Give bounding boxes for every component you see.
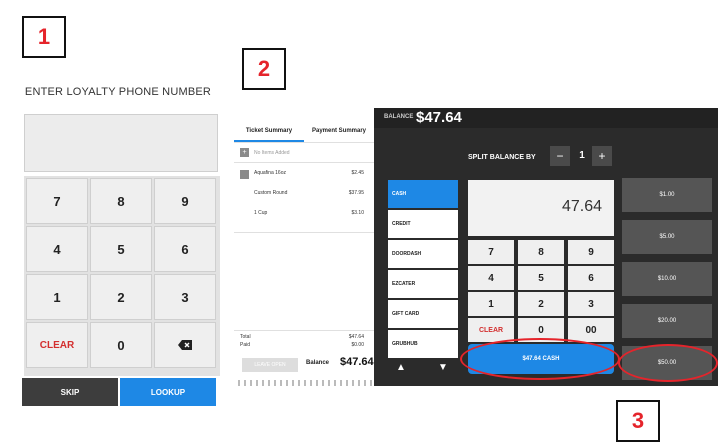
key-2[interactable]: 2 bbox=[90, 274, 152, 320]
tab-payment-summary[interactable]: Payment Summary bbox=[304, 122, 374, 140]
key-1[interactable]: 1 bbox=[26, 274, 88, 320]
divider bbox=[234, 232, 374, 233]
pay-key-4[interactable]: 4 bbox=[468, 266, 514, 290]
no-items-text: No Items Added bbox=[254, 150, 290, 156]
pay-key-8[interactable]: 8 bbox=[518, 240, 564, 264]
item-name[interactable]: Aquafina 16oz bbox=[254, 170, 286, 176]
backspace-key[interactable] bbox=[154, 322, 216, 368]
clear-key[interactable]: CLEAR bbox=[26, 322, 88, 368]
badge-1: 1 bbox=[22, 16, 66, 58]
item-price: $2.45 bbox=[351, 170, 364, 176]
receipt-edge bbox=[234, 380, 374, 386]
paid-value: $0.00 bbox=[351, 342, 364, 348]
method-cash[interactable]: CASH bbox=[388, 180, 458, 208]
quick-amount-1[interactable]: $1.00 bbox=[622, 178, 712, 212]
split-balance-label: SPLIT BALANCE BY bbox=[468, 154, 536, 161]
split-plus-button[interactable]: + bbox=[592, 146, 612, 166]
split-minus-button[interactable]: − bbox=[550, 146, 570, 166]
tab-ticket-summary[interactable]: Ticket Summary bbox=[234, 122, 304, 142]
balance-label: Balance bbox=[306, 360, 330, 366]
method-gift-card[interactable]: GIFT CARD bbox=[388, 300, 458, 328]
scroll-up-icon[interactable]: ▲ bbox=[396, 362, 406, 373]
divider bbox=[234, 142, 374, 143]
quick-amount-5[interactable]: $5.00 bbox=[622, 220, 712, 254]
pay-key-5[interactable]: 5 bbox=[518, 266, 564, 290]
leave-open-button[interactable]: LEAVE OPEN bbox=[242, 358, 298, 372]
ticket-panel: Ticket Summary Payment Summary + No Item… bbox=[234, 108, 374, 386]
pay-clear-key[interactable]: CLEAR bbox=[468, 318, 514, 342]
ticket-tabs: Ticket Summary Payment Summary bbox=[234, 122, 374, 142]
total-label: Total bbox=[240, 334, 251, 340]
method-credit[interactable]: CREDIT bbox=[388, 210, 458, 238]
highlight-ring bbox=[618, 344, 718, 382]
divider bbox=[234, 162, 374, 163]
item-icon bbox=[240, 170, 249, 179]
key-7[interactable]: 7 bbox=[26, 178, 88, 224]
skip-button[interactable]: SKIP bbox=[22, 378, 118, 406]
amount-display[interactable]: 47.64 bbox=[468, 180, 614, 236]
balance-bar: BALANCE $47.64 bbox=[374, 108, 718, 128]
key-8[interactable]: 8 bbox=[90, 178, 152, 224]
pay-key-7[interactable]: 7 bbox=[468, 240, 514, 264]
loyalty-keypad: 7 8 9 4 5 6 1 2 3 CLEAR 0 bbox=[24, 176, 220, 376]
quick-amount-20[interactable]: $20.00 bbox=[622, 304, 712, 338]
method-doordash[interactable]: DOORDASH bbox=[388, 240, 458, 268]
item-price: $3.10 bbox=[351, 210, 364, 216]
phone-display[interactable] bbox=[24, 114, 218, 172]
balance-value: $47.64 bbox=[340, 356, 374, 368]
payment-panel: BALANCE $47.64 SPLIT BALANCE BY − 1 + CA… bbox=[374, 108, 718, 386]
item-name[interactable]: Custom Round bbox=[254, 190, 287, 196]
item-price: $37.95 bbox=[348, 190, 364, 196]
lookup-button[interactable]: LOOKUP bbox=[120, 378, 216, 406]
pay-key-00[interactable]: 00 bbox=[568, 318, 614, 342]
loyalty-panel: ENTER LOYALTY PHONE NUMBER 7 8 9 4 5 6 1… bbox=[16, 74, 220, 410]
key-5[interactable]: 5 bbox=[90, 226, 152, 272]
pay-key-2[interactable]: 2 bbox=[518, 292, 564, 316]
backspace-icon bbox=[178, 340, 192, 350]
amount-value: 47.64 bbox=[561, 198, 602, 215]
loyalty-title: ENTER LOYALTY PHONE NUMBER bbox=[24, 86, 212, 98]
key-6[interactable]: 6 bbox=[154, 226, 216, 272]
method-grubhub[interactable]: GRUBHUB bbox=[388, 330, 458, 358]
pay-key-9[interactable]: 9 bbox=[568, 240, 614, 264]
item-name[interactable]: 1 Cup bbox=[254, 210, 267, 216]
pay-key-3[interactable]: 3 bbox=[568, 292, 614, 316]
scroll-down-icon[interactable]: ▼ bbox=[438, 362, 448, 373]
balance-label: BALANCE bbox=[384, 114, 414, 120]
paid-label: Paid bbox=[240, 342, 251, 348]
divider bbox=[234, 330, 374, 331]
key-4[interactable]: 4 bbox=[26, 226, 88, 272]
highlight-ring bbox=[460, 338, 620, 380]
split-value: 1 bbox=[579, 150, 585, 161]
method-ezcater[interactable]: EZCATER bbox=[388, 270, 458, 298]
badge-3: 3 bbox=[616, 400, 660, 442]
badge-2: 2 bbox=[242, 48, 286, 90]
key-9[interactable]: 9 bbox=[154, 178, 216, 224]
balance-amount: $47.64 bbox=[416, 109, 462, 126]
add-icon[interactable]: + bbox=[240, 148, 249, 157]
quick-amount-10[interactable]: $10.00 bbox=[622, 262, 712, 296]
pay-key-6[interactable]: 6 bbox=[568, 266, 614, 290]
pay-key-1[interactable]: 1 bbox=[468, 292, 514, 316]
key-3[interactable]: 3 bbox=[154, 274, 216, 320]
pos-payment-screen: Ticket Summary Payment Summary + No Item… bbox=[234, 108, 718, 386]
key-0[interactable]: 0 bbox=[90, 322, 152, 368]
total-value: $47.64 bbox=[348, 334, 364, 340]
